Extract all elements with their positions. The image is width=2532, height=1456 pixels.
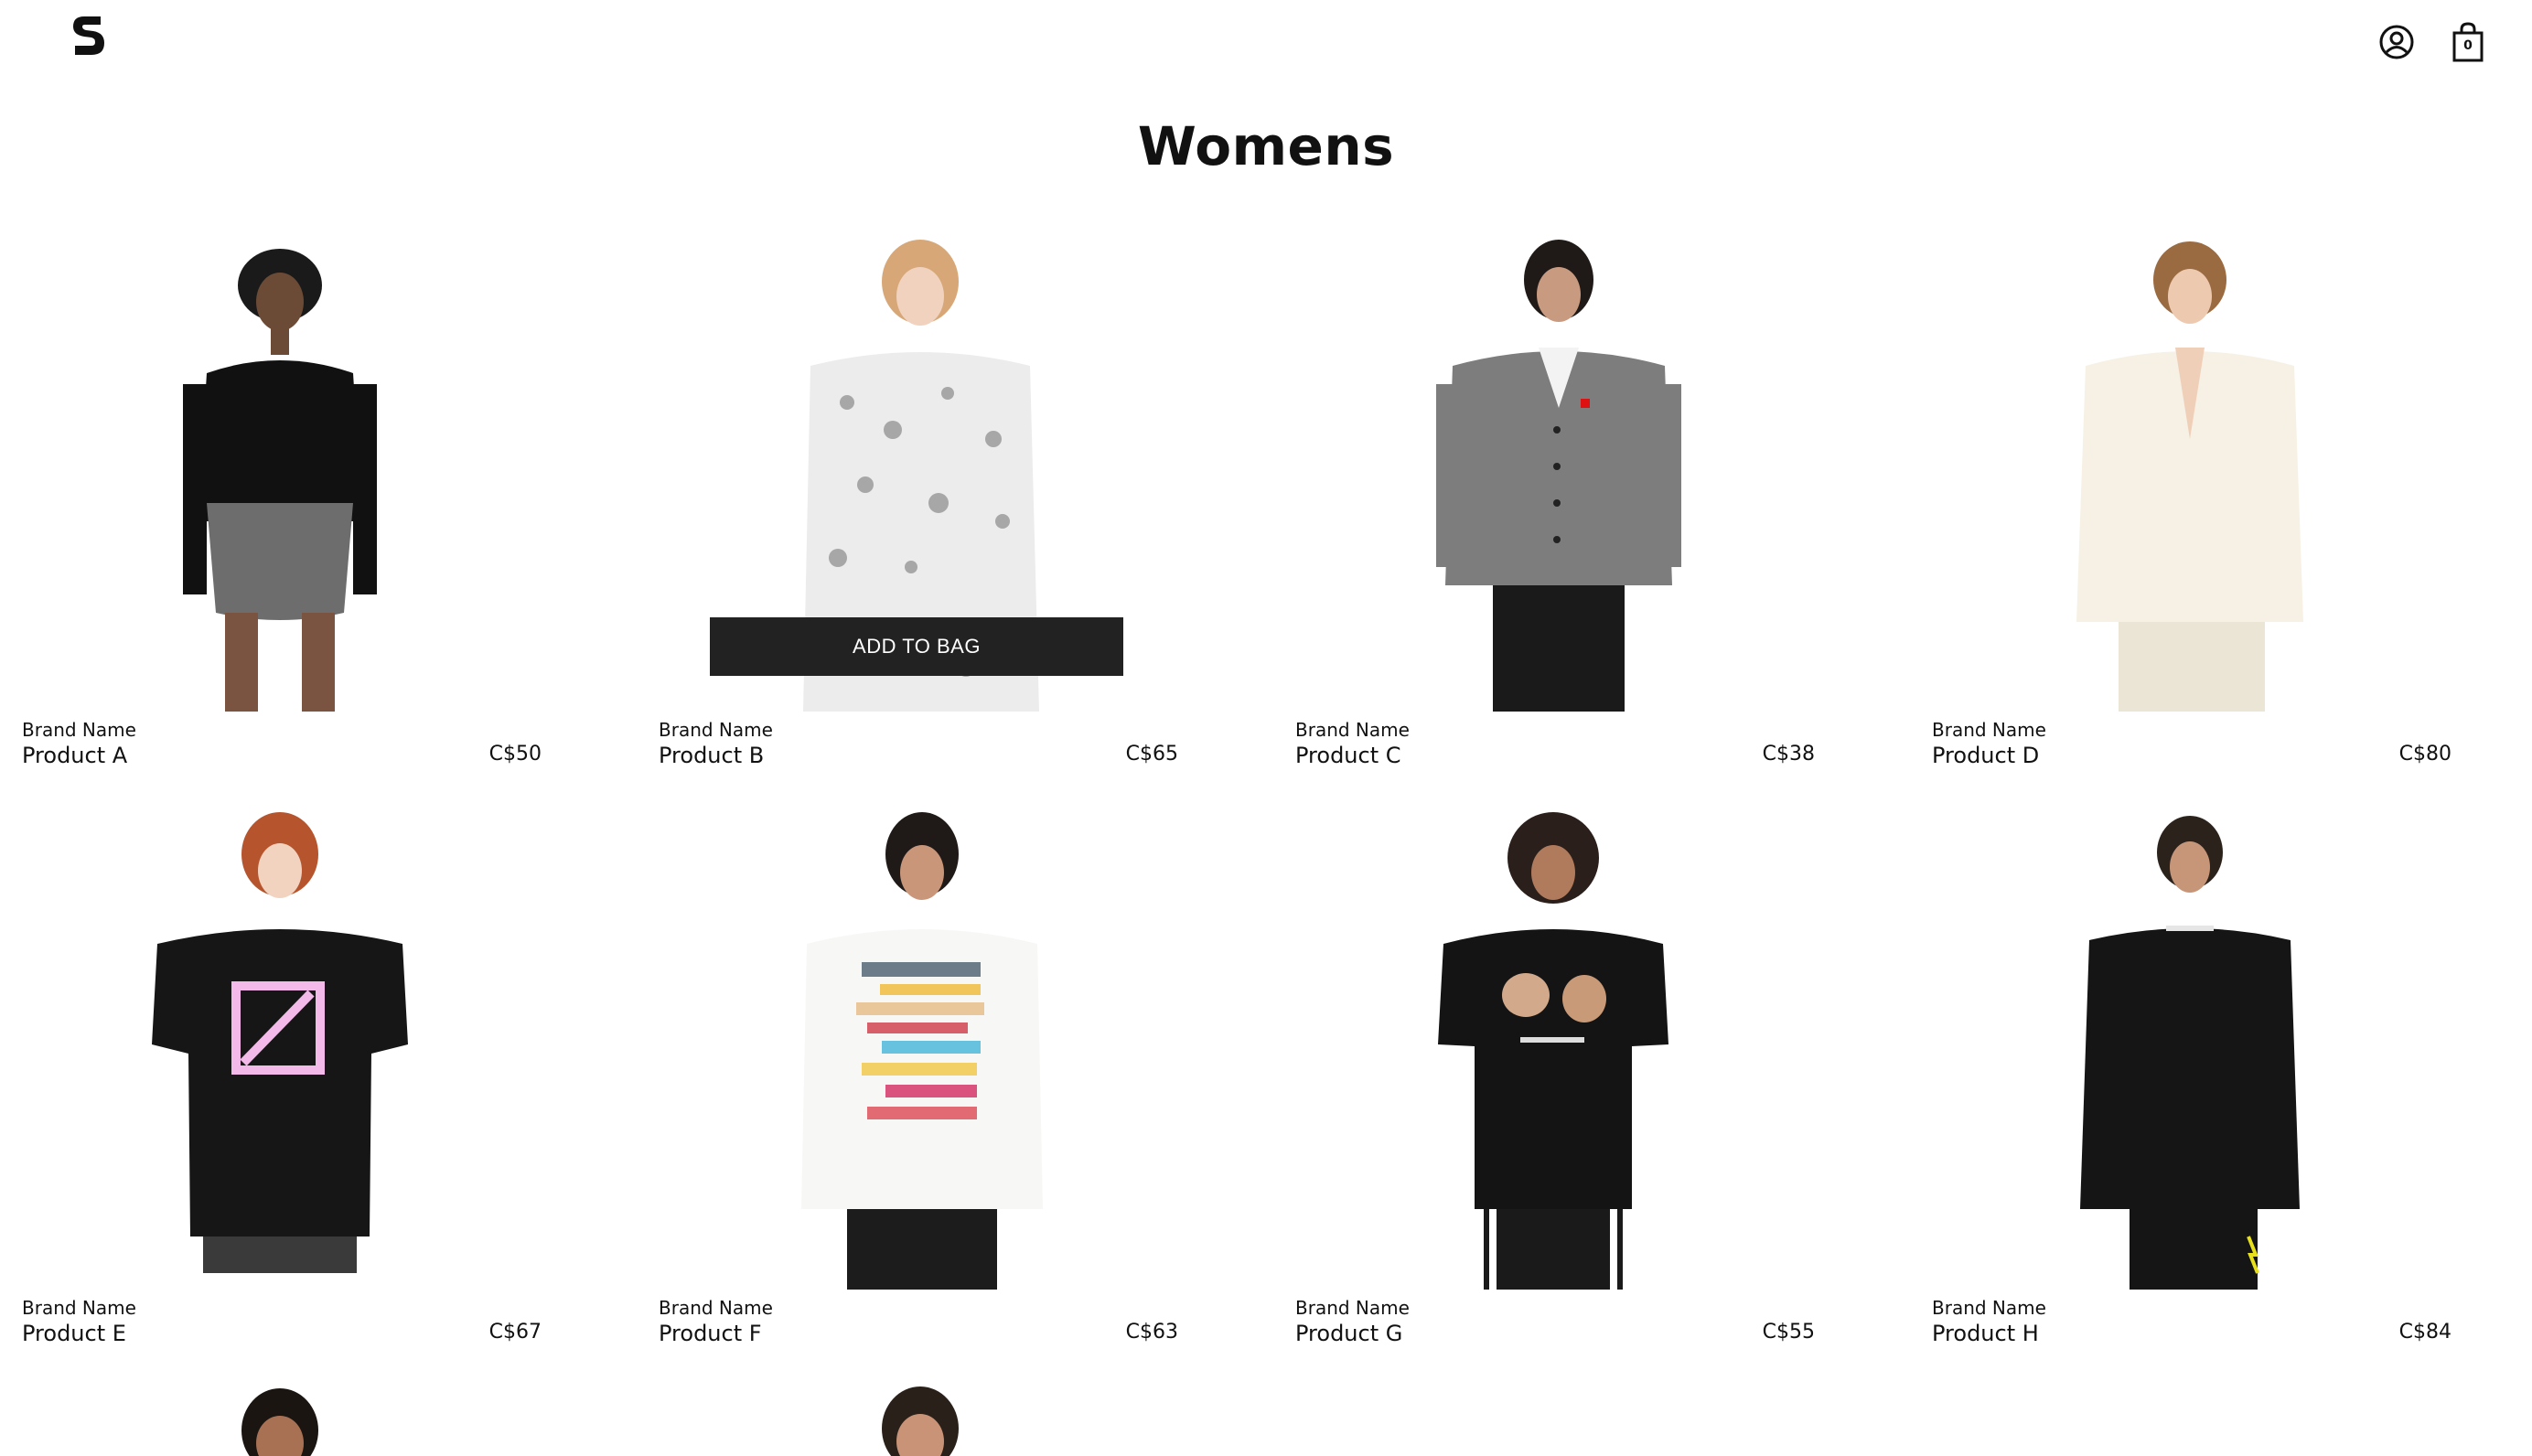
product-name[interactable]: Product A (22, 743, 127, 768)
product-brand: Brand Name (659, 719, 773, 741)
product-brand: Brand Name (1295, 1297, 1410, 1319)
product-brand: Brand Name (22, 719, 136, 741)
product-name[interactable]: Product B (659, 743, 764, 768)
account-icon[interactable] (2378, 22, 2415, 62)
product-image[interactable] (1273, 807, 1822, 1290)
page-title: Womens (1137, 115, 1395, 177)
bag-count: 0 (2463, 38, 2473, 53)
product-price: C$50 (488, 743, 542, 765)
product-price: C$65 (1125, 743, 1178, 765)
product-name[interactable]: Product H (1932, 1321, 2039, 1346)
product-price: C$67 (488, 1321, 542, 1344)
product-image[interactable] (637, 1385, 1186, 1456)
product-brand: Brand Name (22, 1297, 136, 1319)
product-image[interactable] (637, 807, 1186, 1290)
product-name[interactable]: Product C (1295, 743, 1401, 768)
product-price: C$80 (2398, 743, 2452, 765)
product-name[interactable]: Product F (659, 1321, 762, 1346)
product-image[interactable] (1910, 229, 2459, 712)
product-price: C$38 (1762, 743, 1815, 765)
product-price: C$84 (2398, 1321, 2452, 1344)
product-brand: Brand Name (659, 1297, 773, 1319)
product-brand: Brand Name (1932, 1297, 2046, 1319)
product-image[interactable] (0, 807, 549, 1290)
product-image[interactable] (0, 1385, 549, 1456)
site-header: 0 (0, 0, 2532, 91)
product-price: C$63 (1125, 1321, 1178, 1344)
product-image[interactable] (0, 229, 549, 712)
product-image[interactable] (1910, 807, 2459, 1290)
shopping-bag-icon[interactable]: 0 (2450, 22, 2486, 62)
product-brand: Brand Name (1295, 719, 1410, 741)
add-to-bag-button[interactable]: ADD TO BAG (710, 617, 1123, 676)
product-price: C$55 (1762, 1321, 1815, 1344)
product-name[interactable]: Product E (22, 1321, 126, 1346)
brand-logo[interactable] (70, 13, 106, 59)
product-brand: Brand Name (1932, 719, 2046, 741)
product-name[interactable]: Product D (1932, 743, 2039, 768)
product-image[interactable] (1273, 229, 1822, 712)
product-name[interactable]: Product G (1295, 1321, 1402, 1346)
